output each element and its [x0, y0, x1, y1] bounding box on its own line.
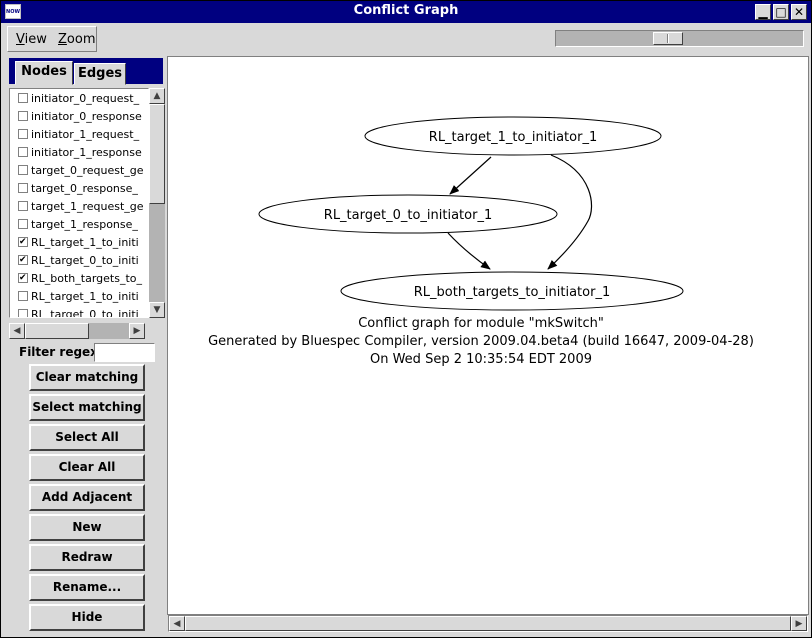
list-item[interactable]: target_0_request_ge	[18, 162, 144, 180]
list-item[interactable]: target_1_request_ge	[18, 198, 144, 216]
edge-n1-n2	[449, 156, 492, 195]
node-checkbox[interactable]	[18, 273, 28, 283]
menu-view[interactable]: View	[16, 32, 47, 47]
clear-matching-button[interactable]: Clear matching	[29, 364, 145, 391]
horizontal-scroll-thumb[interactable]	[25, 323, 89, 339]
node-label: RL_target_1_to_initiator_1	[429, 130, 597, 145]
node-checkbox[interactable]	[18, 219, 28, 229]
maximize-button[interactable]: □	[773, 4, 789, 20]
list-item[interactable]: RL_target_1_to_initi	[18, 288, 139, 306]
list-item[interactable]: initiator_1_request_	[18, 126, 139, 144]
scroll-right-arrow-icon[interactable]: ▶	[129, 323, 145, 339]
list-item[interactable]: initiator_1_response	[18, 144, 142, 162]
minimize-button[interactable]: ▁	[755, 4, 771, 20]
scroll-down-arrow-icon[interactable]: ▼	[149, 302, 165, 318]
vertical-scroll-thumb[interactable]	[149, 104, 165, 204]
node-checkbox[interactable]	[18, 291, 28, 301]
menu-zoom[interactable]: Zoom	[58, 32, 95, 47]
filter-regex-label: Filter regex	[19, 345, 98, 359]
node-checkbox[interactable]	[18, 93, 28, 103]
node-label: target_0_request_ge	[31, 164, 144, 177]
menu-view-label: iew	[24, 32, 47, 47]
scroll-left-arrow-icon[interactable]: ◀	[169, 616, 185, 631]
close-button[interactable]: ✕	[791, 4, 807, 20]
list-item[interactable]: RL_target_0_to_initi	[18, 252, 139, 270]
tab-nodes[interactable]: Nodes	[15, 61, 73, 85]
add-adjacent-button[interactable]: Add Adjacent	[29, 484, 145, 511]
menu-zoom-mnemonic: Z	[58, 32, 67, 47]
node-list[interactable]: initiator_0_request_ initiator_0_respons…	[9, 88, 149, 318]
node-label: initiator_0_response	[31, 110, 142, 123]
rename-button[interactable]: Rename...	[29, 574, 145, 601]
node-checkbox[interactable]	[18, 165, 28, 175]
canvas-scroll-thumb[interactable]	[185, 616, 791, 631]
list-item[interactable]: initiator_0_response	[18, 108, 142, 126]
zoom-slider[interactable]	[555, 30, 804, 47]
node-label: target_0_response_	[31, 182, 138, 195]
node-label: initiator_1_response	[31, 146, 142, 159]
title-bar[interactable]: NOW Conflict Graph ▁ □ ✕	[1, 1, 811, 23]
node-checkbox[interactable]	[18, 111, 28, 121]
node-label: initiator_1_request_	[31, 128, 140, 141]
node-label: RL_both_targets_to_	[31, 272, 142, 285]
clear-all-button[interactable]: Clear All	[29, 454, 145, 481]
maximize-icon: □	[775, 5, 787, 19]
node-label: RL_target_0_to_initi	[31, 254, 139, 267]
menu-view-mnemonic: V	[16, 32, 25, 47]
graph-caption-generator: Generated by Bluespec Compiler, version …	[208, 334, 754, 349]
select-all-button[interactable]: Select All	[29, 424, 145, 451]
scroll-right-arrow-icon[interactable]: ▶	[791, 616, 807, 631]
tab-edges[interactable]: Edges	[74, 63, 126, 85]
node-list-horizontal-scrollbar[interactable]: ◀ ▶	[9, 323, 145, 339]
node-label: RL_target_0_to_initiator_1	[324, 208, 492, 223]
list-item[interactable]: target_0_response_	[18, 180, 138, 198]
redraw-button[interactable]: Redraw	[29, 544, 145, 571]
graph-node[interactable]: RL_both_targets_to_initiator_1	[340, 271, 684, 311]
node-label: target_1_request_ge	[31, 200, 144, 213]
graph-caption-title: Conflict graph for module "mkSwitch"	[358, 316, 604, 331]
node-checkbox[interactable]	[18, 183, 28, 193]
window-title: Conflict Graph	[353, 3, 459, 18]
new-button[interactable]: New	[29, 514, 145, 541]
node-checkbox[interactable]	[18, 255, 28, 265]
menu-zoom-label: oom	[66, 32, 96, 47]
menu-bar: View Zoom	[7, 26, 97, 52]
graph-caption-date: On Wed Sep 2 10:35:54 EDT 2009	[369, 352, 592, 367]
zoom-slider-thumb[interactable]	[653, 32, 683, 45]
scroll-left-arrow-icon[interactable]: ◀	[9, 323, 25, 339]
node-list-vertical-scrollbar[interactable]: ▲ ▼	[149, 88, 165, 318]
node-label: RL_target_0_to_initi	[31, 308, 139, 318]
graph-node[interactable]: RL_target_1_to_initiator_1	[364, 116, 662, 156]
list-item[interactable]: RL_both_targets_to_	[18, 270, 142, 288]
node-label: RL_target_1_to_initi	[31, 236, 139, 249]
list-item[interactable]: initiator_0_request_	[18, 90, 139, 108]
node-checkbox[interactable]	[18, 129, 28, 139]
conflict-graph-window: NOW Conflict Graph ▁ □ ✕ View Zoom Nodes…	[0, 0, 812, 638]
filter-regex-input[interactable]	[94, 343, 155, 362]
edge-n2-n3	[447, 232, 491, 270]
node-label: target_1_response_	[31, 218, 138, 231]
list-item[interactable]: RL_target_0_to_initi	[18, 306, 139, 318]
list-item[interactable]: target_1_response_	[18, 216, 138, 234]
node-label: RL_both_targets_to_initiator_1	[414, 285, 610, 300]
node-label: initiator_0_request_	[31, 92, 140, 105]
canvas-horizontal-scrollbar[interactable]: ◀ ▶	[168, 615, 808, 632]
graph-node[interactable]: RL_target_0_to_initiator_1	[258, 194, 558, 234]
node-checkbox[interactable]	[18, 309, 28, 317]
minimize-icon: ▁	[758, 5, 768, 19]
close-icon: ✕	[793, 5, 805, 19]
node-checkbox[interactable]	[18, 147, 28, 157]
node-label: RL_target_1_to_initi	[31, 290, 139, 303]
node-checkbox[interactable]	[18, 237, 28, 247]
select-matching-button[interactable]: Select matching	[29, 394, 145, 421]
scroll-up-arrow-icon[interactable]: ▲	[149, 88, 165, 104]
list-item[interactable]: RL_target_1_to_initi	[18, 234, 139, 252]
hide-button[interactable]: Hide	[29, 604, 145, 631]
graph-canvas[interactable]: RL_target_1_to_initiator_1 RL_target_0_t…	[167, 56, 809, 615]
node-checkbox[interactable]	[18, 201, 28, 211]
